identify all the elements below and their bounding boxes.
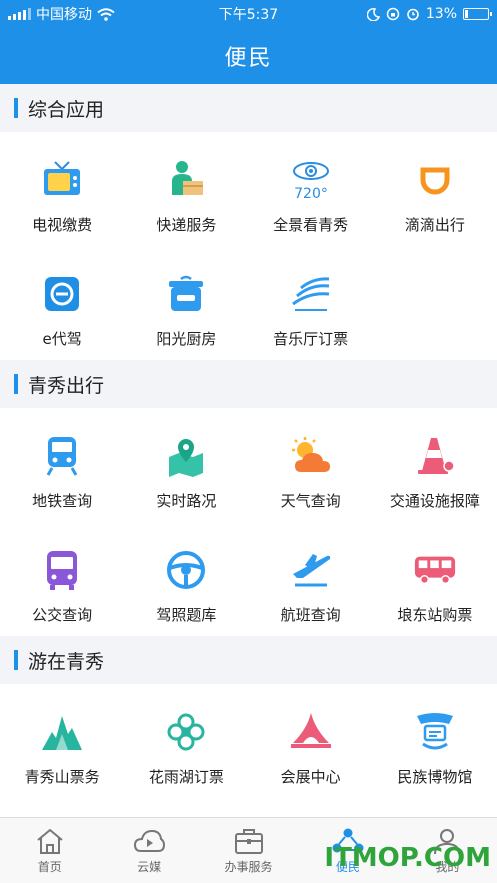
mountain-icon <box>40 710 84 754</box>
tab-label: 首页 <box>37 859 62 874</box>
service-label: e代驾 <box>42 330 82 348</box>
service-edaijia[interactable]: e代驾 <box>0 246 124 360</box>
convention-center-icon <box>289 710 333 754</box>
tab-services[interactable]: 办事服务 <box>199 818 298 883</box>
museum-icon <box>413 710 457 754</box>
service-grid: 青秀山票务 花雨湖订票 会展中心 民族博物馆 <box>0 684 497 817</box>
service-courier[interactable]: 快递服务 <box>124 132 248 246</box>
bus-icon <box>40 548 84 592</box>
watermark-text: ITMOP.COM <box>324 843 491 873</box>
svg-text:720°: 720° <box>294 186 328 202</box>
alarm-icon <box>407 8 419 21</box>
section-title: 青秀出行 <box>28 374 105 397</box>
metro-icon <box>40 434 84 478</box>
tab-cloud-media[interactable]: 云媒 <box>99 818 198 883</box>
edaijia-icon <box>40 272 84 316</box>
panorama-720-icon: 720° <box>289 158 333 202</box>
services-content[interactable]: 综合应用 电视缴费 快递服务 720° 全景看青秀 滴滴出行 e代驾 阳光厨房 … <box>0 84 497 817</box>
service-label: 埌东站购票 <box>397 606 473 624</box>
service-label: 会展中心 <box>280 768 341 786</box>
service-bus[interactable]: 公交查询 <box>0 522 124 636</box>
service-label: 阳光厨房 <box>156 330 217 348</box>
service-label: 花雨湖订票 <box>148 768 224 786</box>
section-header: 青秀出行 <box>0 360 497 408</box>
service-label: 驾照题库 <box>156 606 217 624</box>
traffic-cone-icon <box>413 434 457 478</box>
section-header: 综合应用 <box>0 84 497 132</box>
service-label: 实时路况 <box>156 492 217 510</box>
tab-label: 办事服务 <box>224 859 273 874</box>
service-label: 天气查询 <box>280 492 341 510</box>
service-label: 电视缴费 <box>32 216 93 234</box>
service-label: 快递服务 <box>156 216 217 234</box>
didi-icon <box>413 158 457 202</box>
service-huayu-lake-tickets[interactable]: 花雨湖订票 <box>124 684 248 817</box>
signal-icon <box>8 8 31 20</box>
service-traffic-facility-report[interactable]: 交通设施报障 <box>373 408 497 522</box>
concert-hall-icon <box>289 272 333 316</box>
briefcase-icon <box>234 828 263 854</box>
section-header: 游在青秀 <box>0 636 497 684</box>
section-title: 游在青秀 <box>28 650 105 673</box>
service-road-traffic[interactable]: 实时路况 <box>124 408 248 522</box>
service-sunshine-kitchen[interactable]: 阳光厨房 <box>124 246 248 360</box>
service-label: 全景看青秀 <box>273 216 349 234</box>
service-label: 青秀山票务 <box>24 768 100 786</box>
flower-icon <box>164 710 208 754</box>
service-qingxiu-mountain-tickets[interactable]: 青秀山票务 <box>0 684 124 817</box>
service-flight[interactable]: 航班查询 <box>249 522 373 636</box>
carrier-name: 中国移动 <box>36 7 92 23</box>
moon-icon <box>366 7 380 21</box>
status-bar: 中国移动 下午5:37 13% <box>0 0 497 28</box>
tab-label: 云媒 <box>137 859 162 874</box>
coach-icon <box>413 548 457 592</box>
rotation-lock-icon <box>386 7 400 21</box>
service-concert-hall[interactable]: 音乐厅订票 <box>249 246 373 360</box>
service-label: 滴滴出行 <box>404 216 465 234</box>
service-didi[interactable]: 滴滴出行 <box>373 132 497 246</box>
cooker-icon <box>164 272 208 316</box>
cloud-play-icon <box>134 829 166 852</box>
service-label: 航班查询 <box>280 606 341 624</box>
service-convention-center[interactable]: 会展中心 <box>249 684 373 817</box>
battery-icon <box>463 8 492 20</box>
steering-wheel-icon <box>164 548 208 592</box>
status-right: 13% <box>319 6 492 22</box>
status-left: 中国移动 <box>8 4 178 24</box>
airplane-icon <box>289 548 333 592</box>
service-metro[interactable]: 地铁查询 <box>0 408 124 522</box>
weather-icon <box>289 434 333 478</box>
service-langdong-station-tickets[interactable]: 埌东站购票 <box>373 522 497 636</box>
tab-home[interactable]: 首页 <box>0 818 99 883</box>
service-ethnic-museum[interactable]: 民族博物馆 <box>373 684 497 817</box>
service-weather[interactable]: 天气查询 <box>249 408 373 522</box>
service-grid: 地铁查询 实时路况 天气查询 交通设施报障 公交查询 驾照题库 航班查询 埌东站… <box>0 408 497 636</box>
service-grid: 电视缴费 快递服务 720° 全景看青秀 滴滴出行 e代驾 阳光厨房 音乐厅订票 <box>0 132 497 360</box>
page-title: 便民 <box>224 46 273 71</box>
service-label: 交通设施报障 <box>389 492 480 510</box>
battery-percent: 13% <box>425 6 457 22</box>
service-panorama[interactable]: 720° 全景看青秀 <box>249 132 373 246</box>
map-pin-icon <box>164 434 208 478</box>
service-label: 民族博物馆 <box>397 768 473 786</box>
service-label: 公交查询 <box>32 606 93 624</box>
home-icon <box>37 828 63 854</box>
service-label: 音乐厅订票 <box>273 330 349 348</box>
tv-icon <box>40 158 84 202</box>
service-label: 地铁查询 <box>32 492 93 510</box>
status-time: 下午5:37 <box>218 7 279 23</box>
courier-icon <box>164 158 208 202</box>
service-driving-license-questions[interactable]: 驾照题库 <box>124 522 248 636</box>
section-title: 综合应用 <box>28 98 105 121</box>
nav-bar: 便民 <box>0 28 497 84</box>
service-tv-payment[interactable]: 电视缴费 <box>0 132 124 246</box>
wifi-icon <box>97 7 115 21</box>
